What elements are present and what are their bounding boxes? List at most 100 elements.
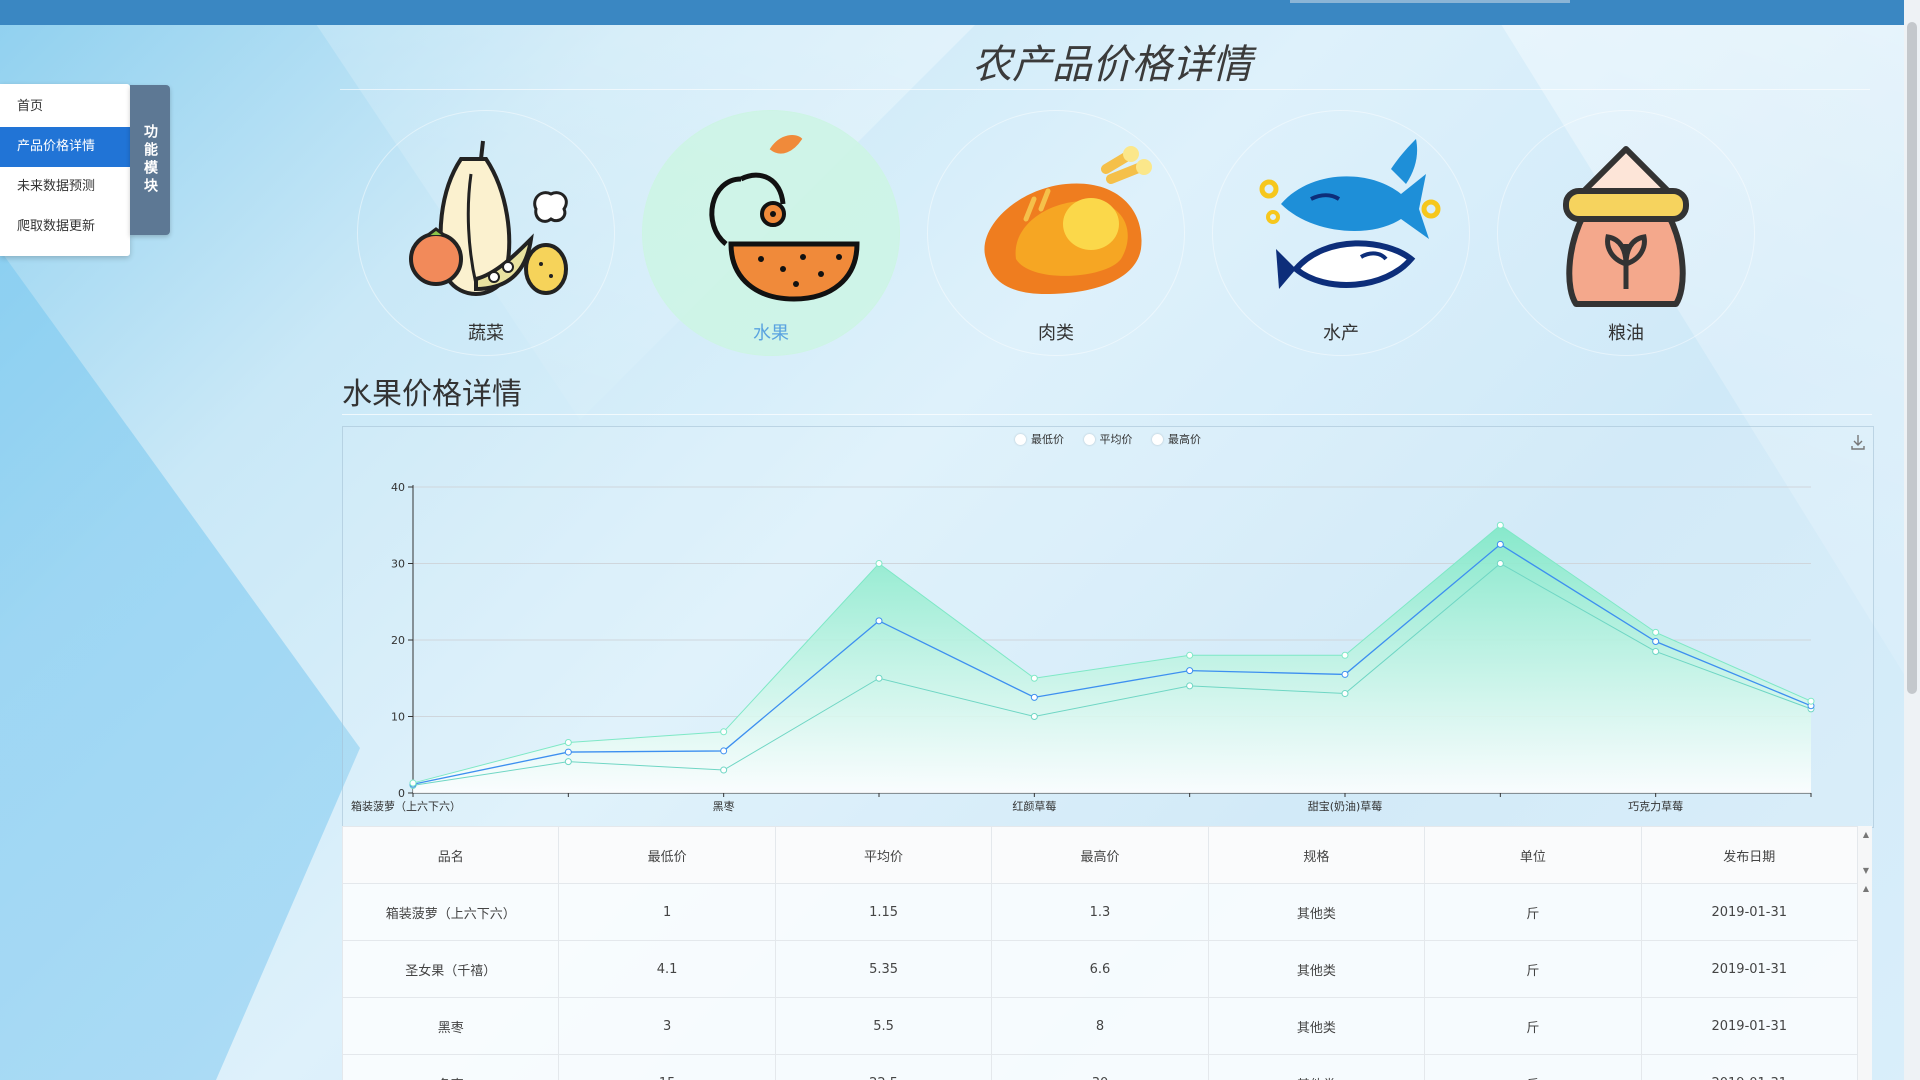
category-label: 粮油 <box>1608 323 1644 344</box>
table-cell: 斤 <box>1424 940 1642 998</box>
menu-item-forecast[interactable]: 未来数据预测 <box>0 167 130 207</box>
price-table: 品名 最低价 平均价 最高价 规格 单位 发布日期 箱装菠萝（上六下六） 1 1… <box>342 826 1872 1080</box>
column-header[interactable]: 最高价 <box>991 826 1209 884</box>
table-cell: 其他类 <box>1207 1054 1426 1080</box>
table-cell: 2019-01-31 <box>1640 883 1859 941</box>
y-tick-label: 30 <box>391 558 405 571</box>
y-tick-label: 10 <box>391 711 405 724</box>
x-tick-label: 甜宝(奶油)草莓 <box>1308 799 1383 813</box>
data-point <box>720 728 728 736</box>
x-tick-label: 巧克力草莓 <box>1628 800 1683 813</box>
function-menu: 首页 产品价格详情 未来数据预测 爬取数据更新 <box>0 84 130 256</box>
data-point <box>564 748 572 756</box>
table-row: 箱装菠萝（上六下六） 1 1.15 1.3 其他类 斤 2019-01-31 <box>342 883 1859 941</box>
category-label: 水果 <box>753 323 789 344</box>
table-cell: 5.5 <box>774 997 993 1055</box>
data-point <box>1030 693 1038 701</box>
area-fill <box>413 525 1811 793</box>
table-cell: 箱装菠萝（上六下六） <box>342 883 560 941</box>
column-header[interactable]: 品名 <box>342 826 560 884</box>
column-header[interactable]: 平均价 <box>774 826 993 884</box>
table-cell: 6.6 <box>991 940 1209 998</box>
menu-item-price-details[interactable]: 产品价格详情 <box>0 127 130 167</box>
table-cell: 黑枣 <box>342 997 560 1055</box>
data-point <box>564 758 572 766</box>
x-tick-label: 黑枣 <box>713 800 735 813</box>
column-header[interactable]: 单位 <box>1424 826 1642 884</box>
data-point <box>1030 674 1038 682</box>
page-scrollbar[interactable] <box>1904 0 1920 1080</box>
category-vegetables[interactable]: 蔬菜 <box>357 110 615 356</box>
data-point <box>1341 690 1349 698</box>
column-header[interactable]: 规格 <box>1207 826 1426 884</box>
table-cell: 其他类 <box>1207 940 1426 998</box>
data-point <box>1496 540 1504 548</box>
price-chart: 最低价 平均价 最高价 0 10 20 30 40 箱装菠萝（上六下六） 黑枣 红颜草莓 甜宝(… <box>342 426 1874 828</box>
chart-plot: 0 10 20 30 40 箱装菠萝（上六下六） 黑枣 红颜草莓 甜宝(奶油)草莓 巧克力草莓 <box>351 481 1815 813</box>
column-header[interactable]: 最低价 <box>558 826 776 884</box>
section-title: 水果价格详情 <box>342 377 522 412</box>
table-cell: 2019-01-31 <box>1640 940 1859 998</box>
data-point <box>875 674 883 682</box>
category-label: 蔬菜 <box>468 323 504 344</box>
data-point <box>1652 647 1660 655</box>
table-cell: 冬枣 <box>342 1054 560 1080</box>
data-point <box>720 766 728 774</box>
data-point <box>1186 682 1194 690</box>
menu-item-crawl-update[interactable]: 爬取数据更新 <box>0 207 130 247</box>
column-header[interactable]: 发布日期 <box>1640 826 1859 884</box>
data-point <box>1341 651 1349 659</box>
data-point <box>1652 638 1660 646</box>
data-point <box>1186 667 1194 675</box>
table-cell: 其他类 <box>1207 997 1426 1055</box>
fish-icon <box>1259 139 1441 289</box>
data-point <box>720 747 728 755</box>
table-cell: 其他类 <box>1207 883 1426 941</box>
y-tick-label: 20 <box>391 634 405 647</box>
table-cell: 圣女果（千禧） <box>342 940 560 998</box>
table-cell: 8 <box>991 997 1209 1055</box>
category-grain-oil[interactable]: 粮油 <box>1497 110 1755 356</box>
vegetables-icon <box>409 140 568 296</box>
table-scrollbar[interactable]: ▲ ▼ ▲ <box>1858 826 1872 1080</box>
table-cell: 2019-01-31 <box>1640 1054 1859 1080</box>
table-cell: 30 <box>991 1054 1209 1080</box>
table-cell: 5.35 <box>774 940 993 998</box>
y-tick-label: 0 <box>398 787 405 800</box>
divider <box>342 414 1872 415</box>
data-point <box>1341 670 1349 678</box>
data-point <box>409 779 417 787</box>
background-facet <box>0 250 360 1080</box>
menu-tab-label: 功能模块 <box>142 124 158 196</box>
table-cell: 斤 <box>1424 883 1642 941</box>
function-module-tab[interactable]: 功能模块 <box>130 85 170 235</box>
table-cell: 斤 <box>1424 1054 1642 1080</box>
data-point <box>1030 713 1038 720</box>
scroll-up-icon[interactable]: ▲ <box>1863 884 1869 893</box>
grain-oil-icon <box>1563 146 1689 307</box>
category-meat[interactable]: 肉类 <box>927 110 1185 356</box>
data-point <box>1496 560 1504 567</box>
menu-item-home[interactable]: 首页 <box>0 87 130 127</box>
scroll-thumb[interactable] <box>1907 22 1917 694</box>
scroll-down-icon[interactable]: ▼ <box>1863 866 1869 875</box>
data-point <box>564 739 572 747</box>
page-title: 农产品价格详情 <box>972 42 1252 88</box>
category-label: 肉类 <box>1038 323 1074 344</box>
x-tick-label: 红颜草莓 <box>1012 800 1056 813</box>
category-aquatic[interactable]: 水产 <box>1212 110 1470 356</box>
x-tick-label: 箱装菠萝（上六下六） <box>351 799 461 813</box>
table-cell: 22.5 <box>774 1054 993 1080</box>
data-point <box>1652 628 1660 636</box>
table-cell: 斤 <box>1424 997 1642 1055</box>
table-row: 黑枣 3 5.5 8 其他类 斤 2019-01-31 <box>342 997 1859 1055</box>
fruit-icon <box>709 135 860 302</box>
table-cell: 1.3 <box>991 883 1209 941</box>
divider <box>340 89 1870 90</box>
table-row: 冬枣 15 22.5 30 其他类 斤 2019-01-31 <box>342 1054 1859 1080</box>
table-cell: 3 <box>558 997 776 1055</box>
scroll-up-icon[interactable]: ▲ <box>1863 830 1869 839</box>
y-tick-label: 40 <box>391 481 405 494</box>
category-fruit[interactable]: 水果 <box>642 110 900 356</box>
table-cell: 4.1 <box>558 940 776 998</box>
